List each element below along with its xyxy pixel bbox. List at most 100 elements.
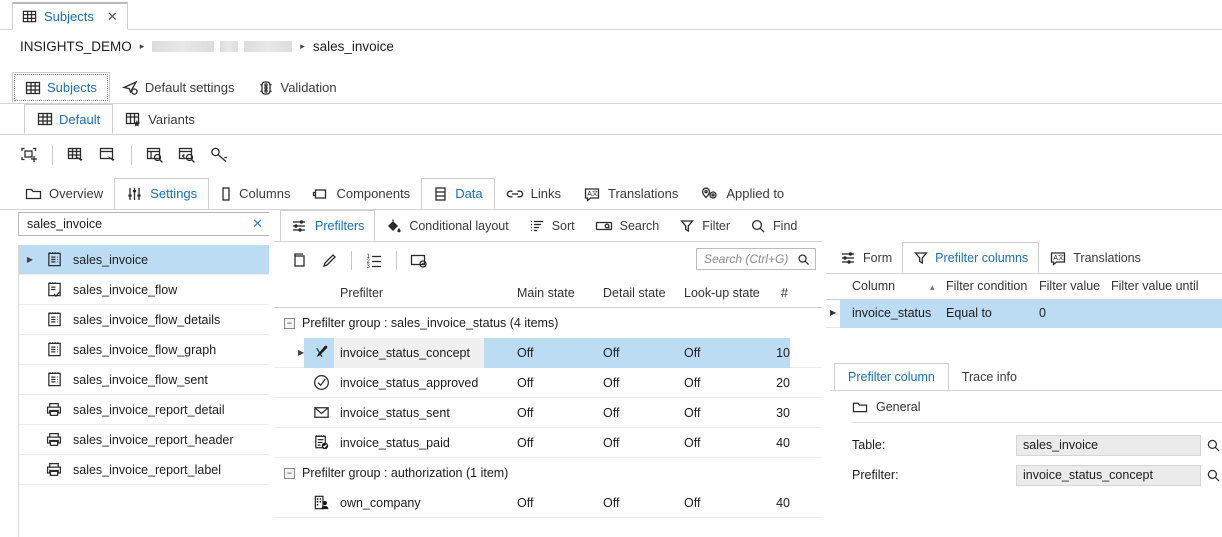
column-header-detail-state[interactable]: Detail state xyxy=(603,286,666,300)
magnifier-icon[interactable] xyxy=(1201,438,1222,453)
prefilter-grid-body: − Prefilter group : sales_invoice_status… xyxy=(274,308,822,537)
tab-search[interactable]: Search xyxy=(585,210,670,241)
screen-settings-icon[interactable] xyxy=(404,246,434,274)
prefilter-lookup-state: Off xyxy=(684,375,701,390)
table-field[interactable]: sales_invoice xyxy=(1016,434,1201,456)
edit-view-icon[interactable] xyxy=(93,140,123,170)
tree-item-sales-invoice-report-header[interactable]: sales_invoice_report_header xyxy=(19,425,269,455)
tree-item-label: sales_invoice_flow xyxy=(73,282,178,297)
prefilter-detail-state: Off xyxy=(603,345,620,360)
expand-arrow-icon[interactable]: ▶ xyxy=(298,348,304,357)
column-header-prefilter[interactable]: Prefilter xyxy=(340,286,383,300)
subject-tree: ▶ sales_invoice sales_invoice_flow sales… xyxy=(18,245,270,537)
inspect-view-icon[interactable] xyxy=(172,140,202,170)
tab-prefilters-label: Prefilters xyxy=(315,218,365,233)
list-order-icon[interactable]: 123 xyxy=(359,246,389,274)
tab-data[interactable]: Data xyxy=(421,178,495,209)
tree-item-sales-invoice[interactable]: ▶ sales_invoice xyxy=(19,245,269,275)
prefilter-row-invoice-status-concept[interactable]: ▶ invoice_status_concept Off Off Off 10 xyxy=(274,337,822,368)
column-header-filter-condition[interactable]: Filter condition xyxy=(946,279,1027,293)
tab-validation[interactable]: Validation xyxy=(246,72,348,103)
expand-arrow-icon[interactable]: ▶ xyxy=(19,255,41,264)
tree-item-label: sales_invoice_flow_graph xyxy=(73,342,217,357)
tab-columns[interactable]: Columns xyxy=(209,178,301,209)
column-icon xyxy=(220,186,232,202)
prefilter-group-row[interactable]: − Prefilter group : authorization (1 ite… xyxy=(274,458,822,488)
tree-item-sales-invoice-flow[interactable]: sales_invoice_flow xyxy=(19,275,269,305)
tab-default-settings[interactable]: Default settings xyxy=(110,72,247,103)
add-subject-icon[interactable] xyxy=(14,140,44,170)
tree-item-sales-invoice-flow-graph[interactable]: sales_invoice_flow_graph xyxy=(19,335,269,365)
tab-applied-to[interactable]: Applied to xyxy=(689,178,795,209)
tab-subjects[interactable]: Subjects xyxy=(12,72,110,103)
tab-sort[interactable]: Sort xyxy=(519,210,585,241)
tab-form[interactable]: Form xyxy=(830,242,902,273)
table-icon xyxy=(41,371,67,388)
prefilter-search-input[interactable]: Search (Ctrl+G) xyxy=(696,248,816,270)
tab-links[interactable]: Links xyxy=(495,178,572,209)
funnel-icon xyxy=(679,218,695,234)
column-header-main-state[interactable]: Main state xyxy=(517,286,575,300)
breadcrumb-redacted-2 xyxy=(220,40,239,52)
tab-settings[interactable]: Settings xyxy=(114,178,210,209)
tab-translations-right[interactable]: A文 Translations xyxy=(1039,242,1151,273)
inspect-table-icon[interactable] xyxy=(140,140,170,170)
collapse-toggle-icon[interactable]: − xyxy=(284,467,295,479)
close-icon[interactable]: ✕ xyxy=(107,10,118,23)
tab-prefilters[interactable]: Prefilters xyxy=(280,210,376,241)
column-header-filter-value-until[interactable]: Filter value until xyxy=(1111,279,1199,293)
key-icon[interactable] xyxy=(204,140,234,170)
edit-table-icon[interactable] xyxy=(61,140,91,170)
prefilter-column-row[interactable]: ▶ invoice_status Equal to 0 xyxy=(826,300,1222,328)
tree-item-sales-invoice-flow-details[interactable]: sales_invoice_flow_details xyxy=(19,305,269,335)
column-header-column[interactable]: Column xyxy=(852,279,895,293)
tab-filter[interactable]: Filter xyxy=(669,210,740,241)
document-tab-subjects[interactable]: Subjects ✕ xyxy=(12,2,128,30)
tab-variants[interactable]: Variants xyxy=(113,104,207,134)
printer-icon xyxy=(41,401,67,418)
tab-find[interactable]: Find xyxy=(740,210,807,241)
tab-prefilter-column[interactable]: Prefilter column xyxy=(834,363,949,390)
sliders-icon xyxy=(126,186,143,202)
prefilter-row-invoice-status-sent[interactable]: invoice_status_sent Off Off Off 30 xyxy=(274,398,822,428)
tree-item-sales-invoice-report-label[interactable]: sales_invoice_report_label xyxy=(19,455,269,485)
breadcrumb-root[interactable]: INSIGHTS_DEMO xyxy=(20,39,132,54)
sort-icon xyxy=(529,218,545,234)
expand-arrow-icon[interactable]: ▶ xyxy=(830,308,836,317)
tab-default[interactable]: Default xyxy=(24,104,114,134)
table-icon xyxy=(41,251,67,268)
tree-search-input[interactable]: sales_invoice ✕ xyxy=(18,212,270,236)
clear-icon[interactable]: ✕ xyxy=(252,216,263,232)
tab-overview[interactable]: Overview xyxy=(14,178,114,209)
tree-item-sales-invoice-report-detail[interactable]: sales_invoice_report_detail xyxy=(19,395,269,425)
tab-components[interactable]: Components xyxy=(301,178,421,209)
magnifier-icon xyxy=(750,218,766,234)
check-circle-icon xyxy=(310,373,332,392)
tab-default-label: Default xyxy=(59,111,101,127)
prefilter-field[interactable]: invoice_status_concept xyxy=(1016,464,1201,486)
copy-icon[interactable] xyxy=(284,246,314,274)
tab-conditional-layout[interactable]: Conditional layout xyxy=(375,210,518,241)
prefilter-group-row[interactable]: − Prefilter group : sales_invoice_status… xyxy=(274,308,822,338)
collapse-toggle-icon[interactable]: − xyxy=(284,317,295,329)
edit-pencil-icon[interactable] xyxy=(314,246,344,274)
column-header-number[interactable]: # xyxy=(781,286,788,300)
tab-components-label: Components xyxy=(336,186,411,201)
tab-translations[interactable]: A文 Translations xyxy=(572,178,689,209)
tree-item-sales-invoice-flow-sent[interactable]: sales_invoice_flow_sent xyxy=(19,365,269,395)
magnifier-icon[interactable] xyxy=(1201,468,1222,483)
tab-prefilter-columns[interactable]: Prefilter columns xyxy=(902,242,1040,273)
tree-item-label: sales_invoice_flow_details xyxy=(73,312,221,327)
prefilter-row-invoice-status-paid[interactable]: invoice_status_paid Off Off Off 40 xyxy=(274,428,822,458)
column-header-filter-value[interactable]: Filter value xyxy=(1039,279,1100,293)
toolbar-separator-2 xyxy=(131,145,132,165)
tab-trace-info[interactable]: Trace info xyxy=(949,363,1030,390)
pin-icon xyxy=(700,186,719,202)
column-header-lookup-state[interactable]: Look-up state xyxy=(684,286,760,300)
prefilter-row-invoice-status-approved[interactable]: invoice_status_approved Off Off Off 20 xyxy=(274,368,822,398)
prefilter-detail-state: Off xyxy=(603,405,620,420)
prefilter-row-own-company[interactable]: own_company Off Off Off 40 xyxy=(274,488,822,518)
mid-separator-1 xyxy=(351,250,352,270)
magnifier-icon[interactable] xyxy=(797,253,810,266)
breadcrumb-leaf[interactable]: sales_invoice xyxy=(313,39,394,54)
